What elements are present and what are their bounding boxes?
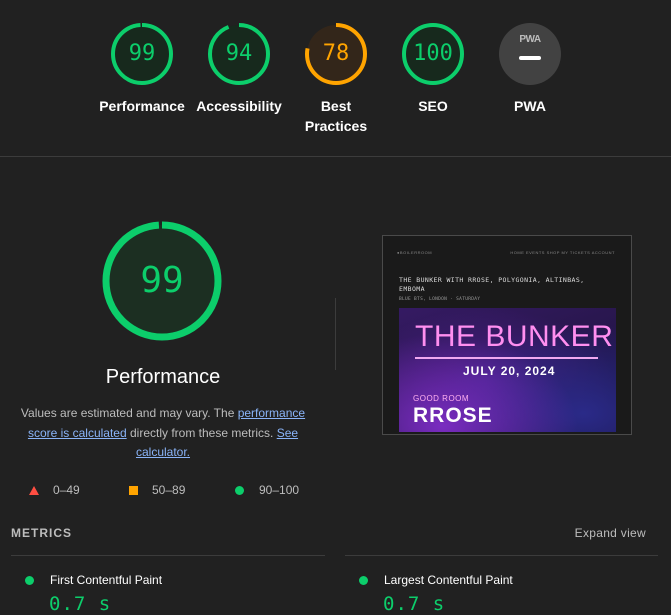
poster-room: GOOD ROOM [413,394,470,403]
vertical-separator [335,298,336,370]
lcp-value: 0.7 s [383,593,446,615]
performance-big-score: 99 [140,260,184,301]
note-prefix: Values are estimated and may vary. The [20,406,238,420]
performance-title: Performance [105,366,221,388]
pass-circle-icon [235,485,244,495]
performance-score: 99 [128,41,156,66]
accessibility-label: Accessibility [196,98,282,114]
thumb-logo: ●BOILERROOM [397,250,433,255]
category-pwa[interactable]: PWA PWA [482,22,578,116]
metrics-divider-right [345,555,658,556]
note-mid: directly from these metrics. [126,425,277,440]
fcp-pass-icon [25,575,34,585]
performance-note: Values are estimated and may vary. The p… [16,404,310,463]
thumb-nav: HOME EVENTS SHOP MY TICKETS ACCOUNT [510,250,615,255]
legend-pass-range: 90–100 [259,483,300,497]
poster-underline [415,357,598,359]
lcp-pass-icon [359,575,368,585]
legend-fail: 0–49 [29,482,80,498]
legend-pass: 90–100 [235,482,299,498]
fail-triangle-icon [29,485,39,495]
accessibility-score: 94 [225,41,253,66]
header-divider [0,156,671,157]
poster-date: JULY 20, 2024 [463,364,556,378]
pwa-badge-text: PWA [519,34,541,45]
metrics-divider-left [11,555,325,556]
fcp-value: 0.7 s [49,593,112,615]
best-practices-label: Best Practices [304,98,368,134]
poster-title: THE BUNKER [415,320,614,353]
category-accessibility[interactable]: 94 Accessibility [191,22,287,116]
category-performance[interactable]: 99 Performance [94,22,190,116]
metric-fcp: First Contentful Paint [25,573,162,587]
legend-average-range: 50–89 [152,483,186,497]
final-screenshot[interactable]: ●BOILERROOM HOME EVENTS SHOP MY TICKETS … [382,235,632,435]
thumb-heading: THE BUNKER WITH RROSE, POLYGONIA, ALTINB… [399,276,585,293]
lcp-label: Largest Contentful Paint [384,573,513,587]
thumb-subheading: BLUE BTS, LONDON · SATURDAY [399,297,481,302]
legend-average: 50–89 [129,482,185,498]
poster-artist: RROSE [413,404,493,427]
metric-lcp: Largest Contentful Paint [359,573,513,587]
event-poster: THE BUNKER JULY 20, 2024 GOOD ROOM RROSE [399,308,616,432]
average-square-icon [129,485,138,495]
category-seo[interactable]: 100 SEO [385,22,481,116]
metrics-title: METRICS [11,526,72,540]
seo-score: 100 [413,41,453,66]
pwa-icon [499,23,561,85]
seo-label: SEO [418,98,448,114]
legend-fail-range: 0–49 [53,483,80,497]
pwa-label: PWA [514,98,546,114]
performance-label: Performance [99,98,185,114]
category-best-practices[interactable]: 78 Best Practices [288,22,384,136]
best-practices-score: 78 [322,41,350,66]
fcp-label: First Contentful Paint [50,573,163,587]
expand-view-button[interactable]: Expand view [575,526,646,540]
